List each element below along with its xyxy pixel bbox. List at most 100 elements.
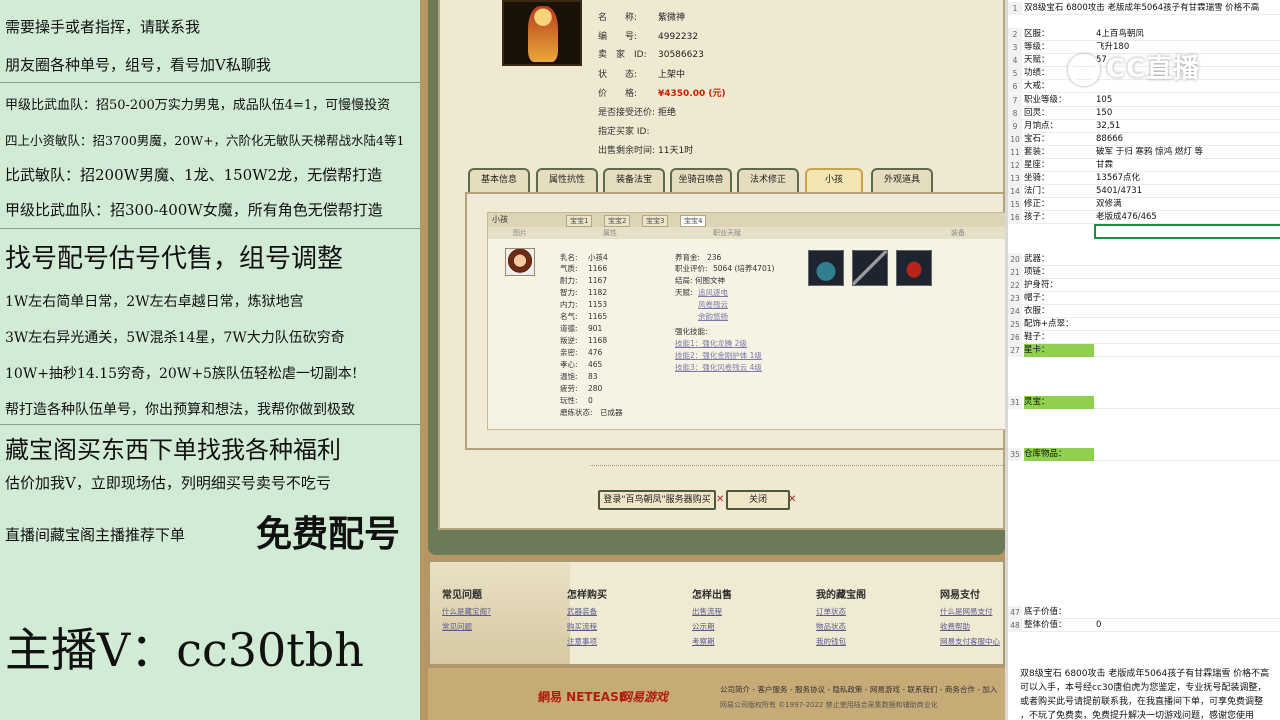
close-button[interactable]: 关闭 <box>726 490 790 510</box>
child-attr: 孝心: 465 <box>560 360 603 369</box>
sheet-row[interactable]: 1 双8级宝石 6800攻击 老版成年5064孩子有甘霖瑞雪 价格不高 <box>1008 2 1280 15</box>
login-server-buy-button[interactable]: 登录"百鸟朝凤"服务器购买 <box>598 490 716 510</box>
equipment-armor-icon[interactable] <box>808 250 844 286</box>
child-attr: 疲劳: 280 <box>560 384 603 393</box>
divider <box>0 228 420 229</box>
promo-line: 10W+抽秒14.15穷奇，20W+5族队伍轻松虐一切副本! <box>5 366 358 382</box>
spreadsheet: 1 双8级宝石 6800攻击 老版成年5064孩子有甘霖瑞雪 价格不高 2 区服： 4… <box>1005 0 1280 720</box>
info-status: 状 态: 上架中 <box>598 70 686 80</box>
sheet-row[interactable]: 16 孩子： 老版成476/465 <box>1008 211 1280 224</box>
divider <box>0 424 420 425</box>
sheet-row[interactable]: 13 坐骑： 13567点化 <box>1008 172 1280 185</box>
promo-overlay: 需要操手或者指挥，请联系我 朋友圈各种单号，组号，看号加V私聊我 甲级比武血队：… <box>0 0 420 720</box>
footer-link[interactable]: 物品状态 <box>816 621 866 632</box>
sheet-row[interactable]: 7 职业等级： 105 <box>1008 94 1280 107</box>
footer-link[interactable]: 考察期 <box>692 636 732 647</box>
character-figure <box>528 6 558 62</box>
promo-line: 朋友圈各种单号，组号，看号加V私聊我 <box>5 56 271 74</box>
tab-equipment[interactable]: 装备法宝 <box>603 168 665 192</box>
sheet-row[interactable]: 2 区服： 4上百鸟朝凤 <box>1008 28 1280 41</box>
skill-link[interactable]: 技能2：强化金刚护体 1级 <box>675 350 762 361</box>
tab-child[interactable]: 小孩 <box>805 168 863 192</box>
child-attr: 磨练状态: 已成器 <box>560 408 623 417</box>
child-section: 小孩 宝宝1 宝宝2 宝宝3 宝宝4 图片 属性 职业天赋 装备 乳名: 小孩4 … <box>487 212 1005 430</box>
sheet-row[interactable]: 31 灵宝： <box>1008 396 1280 409</box>
sheet-row[interactable]: 25 配饰+点翠： <box>1008 318 1280 331</box>
sheet-row[interactable]: 11 套装： 破军 于归 寒鸦 惊鸿 燃灯 等 <box>1008 146 1280 159</box>
tab-attributes[interactable]: 属性抗性 <box>536 168 598 192</box>
sheet-row[interactable]: 22 护身符： <box>1008 279 1280 292</box>
talent-link[interactable]: 风卷残云 <box>698 299 728 310</box>
footer-link[interactable]: 订单状态 <box>816 606 866 617</box>
equipment-sword-icon[interactable] <box>852 250 888 286</box>
talent-link[interactable]: 余韵悠扬 <box>698 311 728 322</box>
footer-link[interactable]: 公示期 <box>692 621 732 632</box>
skill-link[interactable]: 技能3：强化风卷残云 4级 <box>675 362 762 373</box>
promo-line: 1W左右简单日常，2W左右卓越日常，炼狱地宫 <box>5 294 304 310</box>
tab-mounts[interactable]: 坐骑召唤兽 <box>670 168 732 192</box>
character-portrait <box>502 0 582 66</box>
sheet-row[interactable]: 9 月饷点： 32,51 <box>1008 120 1280 133</box>
subtab-baby2[interactable]: 宝宝2 <box>604 215 631 227</box>
sheet-row[interactable]: 12 星座： 甘霖 <box>1008 159 1280 172</box>
subtab-baby4[interactable]: 宝宝4 <box>680 215 707 227</box>
promo-line: 比武敏队：招200W男魔、1龙、150W2龙，无偿帮打造 <box>5 166 383 184</box>
tab-spells[interactable]: 法术修正 <box>737 168 799 192</box>
tab-appearance[interactable]: 外观道具 <box>871 168 933 192</box>
netease-logo: 網易 NETEASE <box>538 690 627 704</box>
child-attr: 道德: 901 <box>560 324 603 333</box>
child-avatar <box>505 248 535 276</box>
subtab-baby1[interactable]: 宝宝1 <box>566 215 593 227</box>
child-attr: 亲密: 476 <box>560 348 603 357</box>
footer-link[interactable]: 什么是网易支付 <box>940 606 1000 617</box>
promo-heading: 藏宝阁买东西下单找我各种福利 <box>5 436 341 464</box>
footer-link[interactable]: 出售流程 <box>692 606 732 617</box>
sheet-row[interactable]: 14 法门： 5401/4731 <box>1008 185 1280 198</box>
sheet-row[interactable]: 10 宝石： 88666 <box>1008 133 1280 146</box>
footer-link[interactable]: 武器装备 <box>567 606 607 617</box>
footer-col-pay: 网易支付 什么是网易支付 收费帮助 网易支付客服中心 <box>940 590 1000 647</box>
info-id: 编 号: 4992232 <box>598 32 699 42</box>
talent-link[interactable]: 追风逐电 <box>698 287 728 298</box>
footer-link[interactable]: 注意事项 <box>567 636 607 647</box>
promo-line: 甲级比武血队：招50-200万实力男鬼，成品队伍4=1，可慢慢投资 <box>5 98 391 113</box>
treasure-pavilion-window: 名 称: 紫微神 编 号: 4992232 卖 家 ID: 30586623 状 态:… <box>420 0 1005 720</box>
child-column-headers: 图片 属性 职业天赋 装备 <box>488 227 1005 239</box>
footer-nav[interactable]: 公司简介 - 客户服务 - 服务协议 - 隐私政策 - 网易游戏 - 联系我们 … <box>720 684 997 695</box>
footer-link[interactable]: 常见问题 <box>442 621 491 632</box>
child-attr: 智力: 1182 <box>560 288 608 297</box>
footer-link[interactable]: 我的钱包 <box>816 636 866 647</box>
sheet-row[interactable]: 35 仓库物品： <box>1008 448 1280 461</box>
sheet-row[interactable]: 27 星卡： <box>1008 344 1280 357</box>
sheet-row[interactable]: 47 底子价值： <box>1008 606 1280 619</box>
footer-link[interactable]: 购买流程 <box>567 621 607 632</box>
sheet-row[interactable]: 8 回灵： 150 <box>1008 107 1280 120</box>
promo-line: 需要操手或者指挥，请联系我 <box>5 18 201 36</box>
netease-games-logo: 网易游戏 <box>620 690 669 704</box>
tab-basic-info[interactable]: 基本信息 <box>468 168 530 192</box>
promo-line: 四上小资敏队：招3700男魔，20W+，六阶化无敏队天梯帮战水陆4等1 <box>5 133 405 148</box>
footer-link[interactable]: 收费帮助 <box>940 621 1000 632</box>
footer-col-my: 我的藏宝阁 订单状态 物品状态 我的钱包 <box>816 590 866 647</box>
sheet-row[interactable]: 48 整体价值： 0 <box>1008 619 1280 632</box>
sheet-row[interactable]: 20 武器： <box>1008 253 1280 266</box>
equipment-charm-icon[interactable] <box>896 250 932 286</box>
selected-cell[interactable] <box>1094 224 1280 239</box>
promo-line: 帮打造各种队伍单号，你出预算和想法，我帮你做到极致 <box>5 402 355 418</box>
child-tab-body: 小孩 宝宝1 宝宝2 宝宝3 宝宝4 图片 属性 职业天赋 装备 乳名: 小孩4 … <box>465 192 1005 450</box>
footer-col-buy: 怎样购买 武器装备 购买流程 注意事项 <box>567 590 607 647</box>
footer-link[interactable]: 什么是藏宝阁? <box>442 606 491 617</box>
sheet-row[interactable]: 26 鞋子： <box>1008 331 1280 344</box>
sheet-row[interactable]: 23 帽子： <box>1008 292 1280 305</box>
sheet-row[interactable]: 15 修正： 双修满 <box>1008 198 1280 211</box>
cc-live-watermark: CC直播 <box>1068 48 1200 86</box>
sheet-row[interactable]: 21 项链： <box>1008 266 1280 279</box>
footer-link[interactable]: 网易支付客服中心 <box>940 636 1000 647</box>
promo-line: 直播间藏宝阁主播推荐下单 <box>5 526 186 544</box>
skill-link[interactable]: 技能1：强化龙腾 2级 <box>675 338 747 349</box>
sheet-row[interactable]: 24 衣服： <box>1008 305 1280 318</box>
child-attr: 玩性: 0 <box>560 396 593 405</box>
child-skill-label: 强化技能: <box>675 327 708 336</box>
subtab-baby3[interactable]: 宝宝3 <box>642 215 669 227</box>
info-name: 名 称: 紫微神 <box>598 13 686 23</box>
